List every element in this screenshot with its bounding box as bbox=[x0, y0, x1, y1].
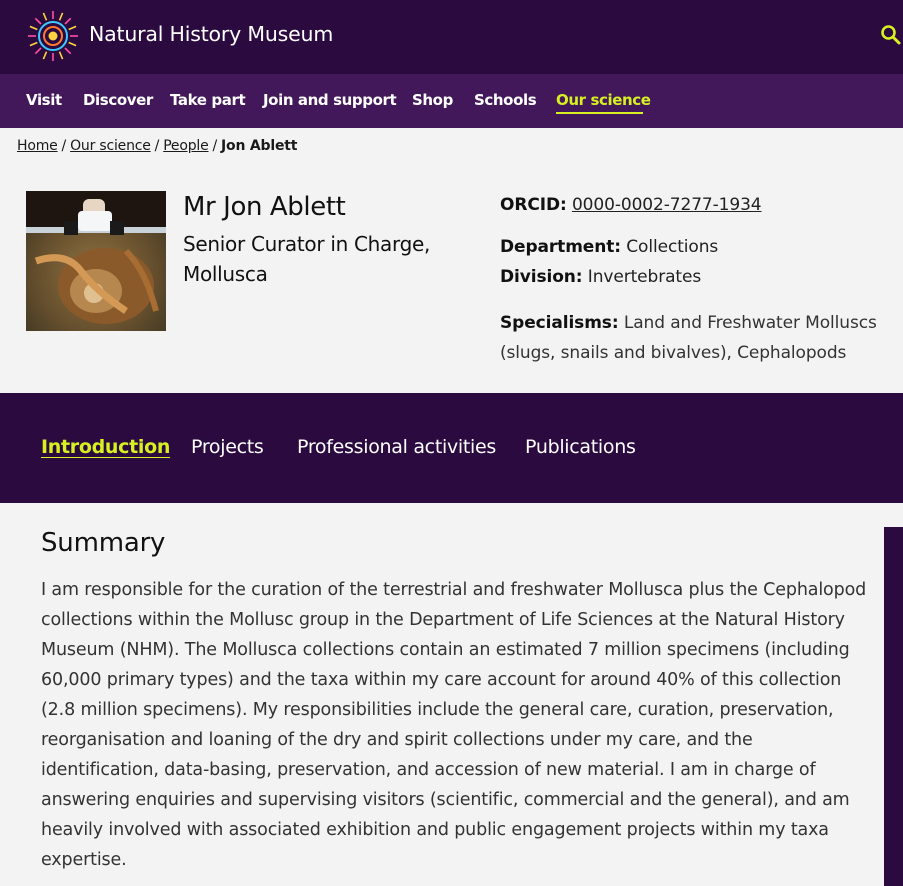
nav-item-our-science[interactable]: Our science bbox=[556, 91, 651, 109]
breadcrumb-separator: / bbox=[61, 138, 67, 154]
side-panel bbox=[884, 527, 903, 886]
nav-active-underline bbox=[556, 112, 643, 114]
department-row: Department: Collections bbox=[500, 237, 718, 257]
search-icon[interactable] bbox=[880, 24, 903, 47]
tab-professional-activities[interactable]: Professional activities bbox=[297, 436, 496, 458]
profile-tabs: Introduction Projects Professional activ… bbox=[0, 393, 903, 503]
orcid-label: ORCID: bbox=[500, 195, 567, 215]
division-label: Division: bbox=[500, 267, 583, 287]
orcid-link[interactable]: 0000-0002-7277-1934 bbox=[572, 195, 762, 215]
tab-introduction[interactable]: Introduction bbox=[41, 436, 170, 458]
specialisms-label: Specialisms: bbox=[500, 313, 619, 333]
orcid-row: ORCID: 0000-0002-7277-1934 bbox=[500, 195, 762, 215]
breadcrumb-home[interactable]: Home bbox=[17, 138, 58, 154]
breadcrumb-our-science[interactable]: Our science bbox=[70, 138, 151, 154]
main-nav: Visit Discover Take part Join and suppor… bbox=[0, 74, 903, 128]
person-name: Mr Jon Ablett bbox=[183, 192, 346, 222]
nav-item-visit[interactable]: Visit bbox=[26, 91, 62, 109]
tab-projects[interactable]: Projects bbox=[191, 436, 264, 458]
breadcrumb-separator: / bbox=[212, 138, 218, 154]
tab-publications[interactable]: Publications bbox=[525, 436, 636, 458]
breadcrumb: Home / Our science / People / Jon Ablett bbox=[17, 138, 297, 154]
nav-item-discover[interactable]: Discover bbox=[83, 91, 153, 109]
nav-item-join-and-support[interactable]: Join and support bbox=[263, 91, 397, 109]
profile-photo bbox=[26, 191, 166, 331]
department-value: Collections bbox=[626, 237, 719, 257]
site-title[interactable]: Natural History Museum bbox=[89, 22, 333, 46]
nav-item-schools[interactable]: Schools bbox=[474, 91, 537, 109]
breadcrumb-current: Jon Ablett bbox=[221, 138, 298, 154]
division-value: Invertebrates bbox=[587, 267, 702, 287]
breadcrumb-separator: / bbox=[154, 138, 160, 154]
nhm-starburst-logo-icon[interactable] bbox=[26, 9, 80, 63]
summary-heading: Summary bbox=[41, 528, 166, 558]
nav-item-take-part[interactable]: Take part bbox=[170, 91, 246, 109]
department-label: Department: bbox=[500, 237, 621, 257]
breadcrumb-people[interactable]: People bbox=[163, 138, 209, 154]
site-header: Natural History Museum bbox=[0, 0, 903, 74]
nav-item-shop[interactable]: Shop bbox=[412, 91, 453, 109]
summary-body: I am responsible for the curation of the… bbox=[41, 580, 867, 870]
specialisms-row: Specialisms: Land and Freshwater Mollusc… bbox=[500, 308, 900, 368]
person-role: Senior Curator in Charge, Mollusca bbox=[183, 232, 431, 286]
division-row: Division: Invertebrates bbox=[500, 267, 701, 287]
